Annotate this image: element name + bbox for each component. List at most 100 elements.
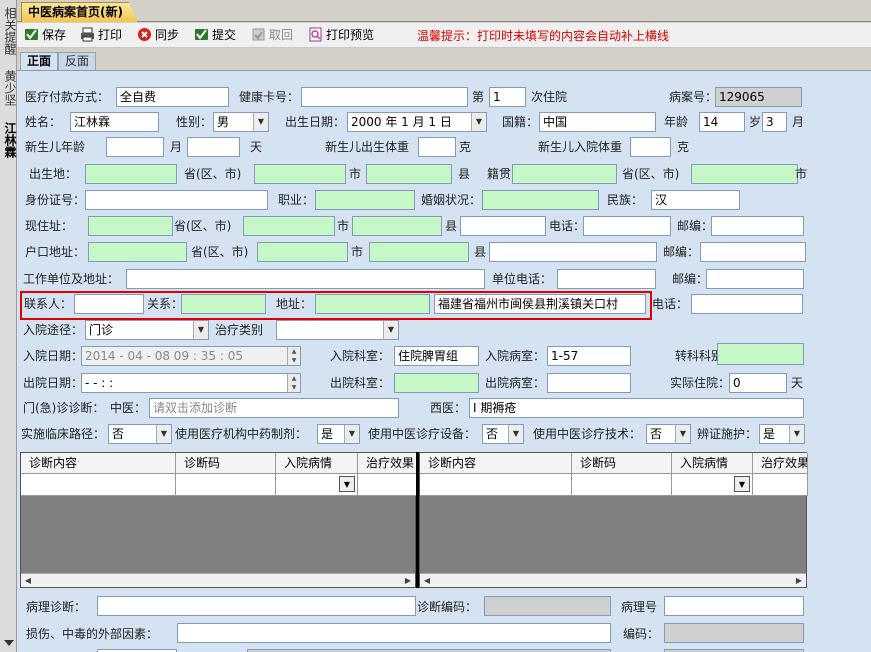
id-field[interactable]: [85, 190, 268, 210]
hukou-county-field[interactable]: [369, 242, 469, 262]
current-phone-field[interactable]: [583, 216, 671, 236]
pathology-field[interactable]: [97, 596, 416, 616]
transfer-dept-field[interactable]: [717, 343, 804, 365]
syndrome-care-select[interactable]: 是 ▼: [759, 424, 805, 444]
fetch-icon: [251, 27, 266, 42]
newborn-birth-weight-field[interactable]: [418, 137, 456, 157]
tcm-equip-select[interactable]: 否 ▼: [482, 424, 524, 444]
save-button[interactable]: 保存: [24, 26, 66, 45]
discharge-date-field[interactable]: - - : : ▲ ▼: [81, 373, 301, 393]
tcm-diag-field[interactable]: 请双击添加诊断: [149, 398, 399, 418]
visit-count-field[interactable]: 1: [489, 87, 526, 107]
hukou-street-field[interactable]: [489, 242, 657, 262]
print-button[interactable]: 打印: [80, 26, 122, 45]
occupation-field[interactable]: [315, 190, 415, 210]
treatment-type-select[interactable]: ▼: [276, 320, 399, 340]
table-cell[interactable]: [176, 474, 276, 496]
discharge-dept-field[interactable]: [394, 373, 479, 393]
relation-field[interactable]: [181, 294, 266, 314]
birthplace-province-field[interactable]: [85, 164, 177, 184]
tcm-tech-select[interactable]: 否 ▼: [646, 424, 691, 444]
sidebar-item-patient-1[interactable]: 黄少坚: [1, 66, 17, 110]
contact-field[interactable]: [74, 294, 144, 314]
scroll-left-icon[interactable]: ◀: [420, 574, 434, 587]
sidebar-item-patient-2[interactable]: 江林霖: [1, 118, 17, 162]
name-field[interactable]: 江林霖: [70, 112, 159, 132]
column-header[interactable]: 诊断码: [572, 453, 672, 474]
table-cell[interactable]: ▼: [276, 474, 358, 496]
newborn-day-field[interactable]: [187, 137, 240, 157]
ethnic-field[interactable]: 汉: [651, 190, 740, 210]
injury-cause-field[interactable]: [177, 623, 611, 643]
contact-phone-field[interactable]: [691, 294, 803, 314]
horizontal-scrollbar[interactable]: ◀ ▶: [21, 573, 415, 587]
birthplace-county-field[interactable]: [366, 164, 452, 184]
work-field[interactable]: [126, 269, 485, 289]
tab-front[interactable]: 正面: [20, 52, 59, 71]
contact-address-field[interactable]: 福建省福州市闽侯县荆溪镇关口村: [434, 294, 646, 314]
table-cell[interactable]: [21, 474, 176, 496]
table-cell[interactable]: [420, 474, 572, 496]
scroll-right-icon[interactable]: ▶: [401, 574, 415, 587]
sync-button[interactable]: 同步: [137, 26, 179, 45]
newborn-month-field[interactable]: [106, 137, 164, 157]
nationality-field[interactable]: 中国: [539, 112, 656, 132]
column-header[interactable]: 治疗效果: [358, 453, 417, 474]
current-city-field[interactable]: [243, 216, 335, 236]
submit-button[interactable]: 提交: [194, 26, 236, 45]
admit-date-field[interactable]: 2014 - 04 - 08 09 : 35 : 05 ▲ ▼: [81, 346, 301, 366]
sidebar-item-reminders[interactable]: 相关提醒: [1, 2, 17, 60]
current-province-field[interactable]: [88, 216, 173, 236]
hukou-city-field[interactable]: [257, 242, 348, 262]
sex-select[interactable]: 男 ▼: [213, 112, 269, 132]
newborn-admit-weight-field[interactable]: [630, 137, 671, 157]
work-postcode-field[interactable]: [706, 269, 804, 289]
admit-route-label: 入院途径：: [23, 323, 84, 337]
column-header[interactable]: 入院病情: [276, 453, 358, 474]
column-header[interactable]: 治疗效果: [753, 453, 808, 474]
age-months-field[interactable]: 3: [762, 112, 787, 132]
table-cell[interactable]: [753, 474, 808, 496]
pathway-select[interactable]: 否 ▼: [108, 424, 172, 444]
discharge-ward-field[interactable]: [547, 373, 631, 393]
document-tab[interactable]: 中医病案首页(新): [21, 2, 138, 22]
scroll-left-icon[interactable]: ◀: [21, 574, 35, 587]
table-cell[interactable]: ▼: [672, 474, 753, 496]
dropdown-arrow-icon[interactable]: ▼: [734, 476, 750, 492]
hukou-province-field[interactable]: [88, 242, 187, 262]
current-postcode-field[interactable]: [711, 216, 804, 236]
tcm-prep-select[interactable]: 是 ▼: [317, 424, 360, 444]
column-header[interactable]: 诊断内容: [21, 453, 176, 474]
work-phone-field[interactable]: [557, 269, 656, 289]
tab-back[interactable]: 反面: [58, 52, 97, 70]
native-city-field[interactable]: [691, 164, 798, 184]
contact-address-region-field[interactable]: [315, 294, 430, 314]
print-preview-button[interactable]: 打印预览: [308, 26, 374, 45]
scroll-down-icon[interactable]: [4, 640, 14, 646]
scroll-right-icon[interactable]: ▶: [792, 574, 806, 587]
health-card-field[interactable]: [301, 87, 468, 107]
marital-field[interactable]: [482, 190, 599, 210]
admit-route-select[interactable]: 门诊 ▼: [85, 320, 209, 340]
pathology-no-field[interactable]: [664, 596, 804, 616]
dropdown-arrow-icon[interactable]: ▼: [339, 476, 355, 492]
admit-ward-field[interactable]: 1-57: [547, 346, 631, 366]
western-diag-field[interactable]: I 期褥疮: [469, 398, 804, 418]
current-county-field[interactable]: [352, 216, 442, 236]
current-street-field[interactable]: [460, 216, 546, 236]
horizontal-scrollbar[interactable]: ◀ ▶: [420, 573, 806, 587]
actual-days-field[interactable]: 0: [729, 373, 787, 393]
birthplace-city-field[interactable]: [254, 164, 346, 184]
birth-date-picker[interactable]: 2000 年 1 月 1 日 ▼: [347, 112, 487, 132]
payment-field[interactable]: 全自费: [116, 87, 229, 107]
fetch-button[interactable]: 取回: [251, 26, 293, 45]
age-years-field[interactable]: 14: [699, 112, 745, 132]
column-header[interactable]: 诊断码: [176, 453, 276, 474]
hukou-postcode-field[interactable]: [700, 242, 806, 262]
column-header[interactable]: 入院病情: [672, 453, 753, 474]
table-cell[interactable]: [572, 474, 672, 496]
native-province-field[interactable]: [512, 164, 617, 184]
table-cell[interactable]: [358, 474, 417, 496]
admit-dept-field[interactable]: 住院脾胃组: [394, 346, 479, 366]
column-header[interactable]: 诊断内容: [420, 453, 572, 474]
